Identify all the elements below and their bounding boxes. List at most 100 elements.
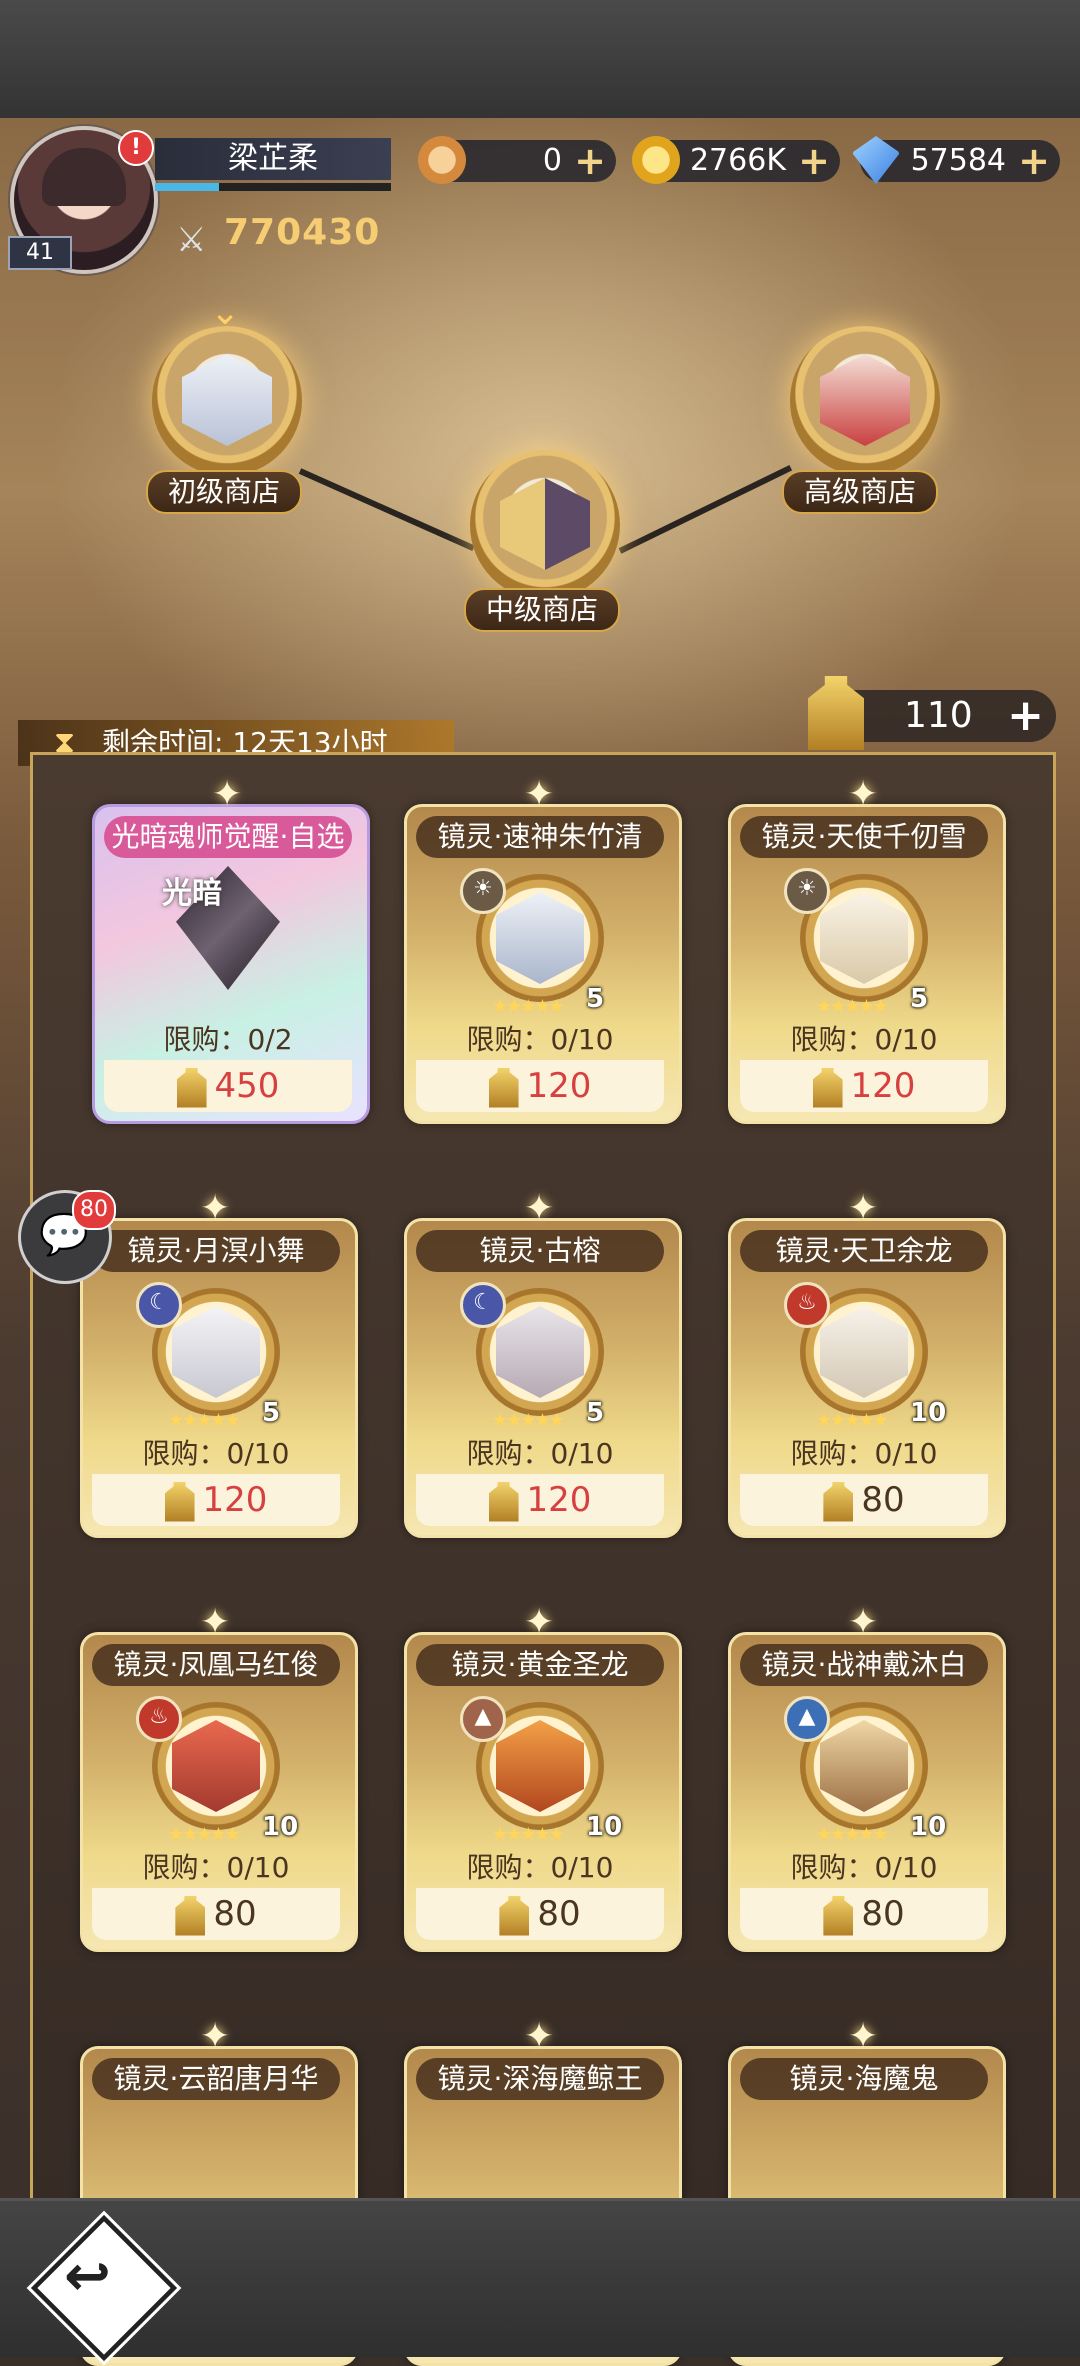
earth-attribute-icon: ▲ <box>784 1696 830 1742</box>
hero-face <box>172 1720 260 1812</box>
item-title: 镜灵·天使千仞雪 <box>740 816 988 858</box>
gold-currency: 2766K + <box>632 136 840 184</box>
shop-item-card[interactable]: ✦ 镜灵·凤凰马红俊 ♨ ★★★★★ 10 限购：0/10 80 <box>80 1602 358 1952</box>
back-arrow-icon: ↩ <box>64 2244 111 2309</box>
price-button[interactable]: 80 <box>416 1888 664 1940</box>
price-value: 120 <box>850 1066 916 1106</box>
lantern-icon <box>499 1895 530 1936</box>
middle-shop-label[interactable]: 中级商店 <box>464 588 621 632</box>
price-button[interactable]: 80 <box>740 1474 988 1526</box>
shop-item-card[interactable]: ✦ 镜灵·速神朱竹清 ☀ ★★★★★ 5 限购：0/10 120 <box>404 774 682 1124</box>
advanced-shop-portrait <box>820 354 910 446</box>
lantern-icon <box>812 1067 843 1108</box>
sparkle-icon: ✦ <box>848 1602 879 1643</box>
lantern-icon <box>164 1481 195 1522</box>
item-count: 10 <box>910 1398 947 1428</box>
shop-item-card[interactable]: ✦ 镜灵·古榕 ☾ ★★★★★ 5 限购：0/10 120 <box>404 1188 682 1538</box>
sparkle-icon: ✦ <box>848 1188 879 1229</box>
sparkle-icon: ✦ <box>524 2016 555 2057</box>
star-rating: ★★★★★ <box>492 1824 565 1845</box>
item-count: 5 <box>586 1398 605 1428</box>
price-button[interactable]: 450 <box>104 1060 352 1112</box>
hero-face <box>172 1306 260 1398</box>
price-button[interactable]: 80 <box>92 1888 340 1940</box>
token-add-button[interactable]: + <box>1007 690 1044 742</box>
sparkle-icon: ✦ <box>848 774 879 815</box>
star-rating: ★★★★★ <box>168 1824 241 1845</box>
exp-fill <box>155 183 219 191</box>
star-rating: ★★★★★ <box>816 1824 889 1845</box>
item-count: 10 <box>910 1812 947 1842</box>
item-title: 镜灵·凤凰马红俊 <box>92 1644 340 1686</box>
star-rating: ★★★★★ <box>168 1410 241 1431</box>
advanced-shop-node[interactable] <box>790 326 940 476</box>
price-button[interactable]: 120 <box>92 1474 340 1526</box>
price-button[interactable]: 120 <box>416 1060 664 1112</box>
coupon-value: 0 <box>542 143 562 178</box>
purchase-limit: 限购：0/2 <box>163 1023 293 1056</box>
shop-item-card[interactable]: ✦ 镜灵·天卫余龙 ♨ ★★★★★ 10 限购：0/10 80 <box>728 1188 1006 1538</box>
purchase-limit: 限购：0/10 <box>790 1851 938 1884</box>
hero-face <box>820 892 908 984</box>
basic-shop-portrait <box>182 354 272 446</box>
purchase-limit: 限购：0/10 <box>142 1437 290 1470</box>
hero-face <box>496 892 584 984</box>
player-level: 41 <box>8 236 72 270</box>
shop-item-card[interactable]: ✦ 镜灵·月溟小舞 ☾ ★★★★★ 5 限购：0/10 120 <box>80 1188 358 1538</box>
item-title: 镜灵·速神朱竹清 <box>416 816 664 858</box>
advanced-shop-label[interactable]: 高级商店 <box>782 470 939 514</box>
item-title: 光暗魂师觉醒·自选 <box>104 816 352 858</box>
lantern-icon <box>488 1481 519 1522</box>
purchase-limit: 限购：0/10 <box>142 1851 290 1884</box>
avatar-hair <box>42 148 126 206</box>
status-area <box>0 0 1080 118</box>
sparkle-icon: ✦ <box>212 774 243 815</box>
shop-item-card[interactable]: ✦ 光暗魂师觉醒·自选 光暗 限购：0/2 450 <box>92 774 370 1124</box>
moon-attribute-icon: ☾ <box>460 1282 506 1328</box>
lantern-icon <box>176 1067 207 1108</box>
item-title: 镜灵·海魔鬼 <box>740 2058 988 2100</box>
sparkle-icon: ✦ <box>200 1188 231 1229</box>
shop-item-card[interactable]: ✦ 镜灵·黄金圣龙 ▲ ★★★★★ 10 限购：0/10 80 <box>404 1602 682 1952</box>
diamond-add-button[interactable]: + <box>1018 140 1050 182</box>
price-button[interactable]: 120 <box>416 1474 664 1526</box>
item-title: 镜灵·月溟小舞 <box>92 1230 340 1272</box>
coupon-add-button[interactable]: + <box>574 140 606 182</box>
hero-face <box>496 1306 584 1398</box>
diamond-currency: 57584 + <box>852 136 1060 184</box>
sparkle-icon: ✦ <box>524 1602 555 1643</box>
price-button[interactable]: 80 <box>740 1888 988 1940</box>
sparkle-icon: ✦ <box>200 2016 231 2057</box>
gold-coin-icon <box>632 136 680 184</box>
earth-attribute-icon: ▲ <box>460 1696 506 1742</box>
fire-attribute-icon: ♨ <box>784 1282 830 1328</box>
basic-shop-node[interactable] <box>152 326 302 476</box>
middle-shop-node[interactable] <box>470 450 620 600</box>
item-count: 5 <box>910 984 929 1014</box>
price-value: 120 <box>526 1066 592 1106</box>
lantern-icon <box>488 1067 519 1108</box>
purchase-limit: 限购：0/10 <box>466 1851 614 1884</box>
sparkle-icon: ✦ <box>200 1602 231 1643</box>
shop-item-card[interactable]: ✦ 镜灵·天使千仞雪 ☀ ★★★★★ 5 限购：0/10 120 <box>728 774 1006 1124</box>
item-count: 5 <box>262 1398 281 1428</box>
coupon-icon <box>418 136 466 184</box>
item-count: 10 <box>262 1812 299 1842</box>
item-title: 镜灵·深海魔鲸王 <box>416 2058 664 2100</box>
player-name: 梁芷柔 <box>155 138 391 180</box>
item-title: 镜灵·云韶唐月华 <box>92 2058 340 2100</box>
light-attribute-icon: ☀ <box>784 868 830 914</box>
gold-add-button[interactable]: + <box>798 140 830 182</box>
star-rating: ★★★★★ <box>816 1410 889 1431</box>
purchase-limit: 限购：0/10 <box>466 1437 614 1470</box>
lantern-icon <box>823 1481 854 1522</box>
shop-item-card[interactable]: ✦ 镜灵·战神戴沐白 ▲ ★★★★★ 10 限购：0/10 80 <box>728 1602 1006 1952</box>
price-value: 80 <box>861 1480 905 1520</box>
purchase-limit: 限购：0/10 <box>790 1023 938 1056</box>
purchase-limit: 限购：0/10 <box>790 1437 938 1470</box>
price-value: 80 <box>213 1894 257 1934</box>
price-value: 80 <box>537 1894 581 1934</box>
basic-shop-label[interactable]: 初级商店 <box>146 470 303 514</box>
price-button[interactable]: 120 <box>740 1060 988 1112</box>
star-rating: ★★★★★ <box>492 996 565 1017</box>
